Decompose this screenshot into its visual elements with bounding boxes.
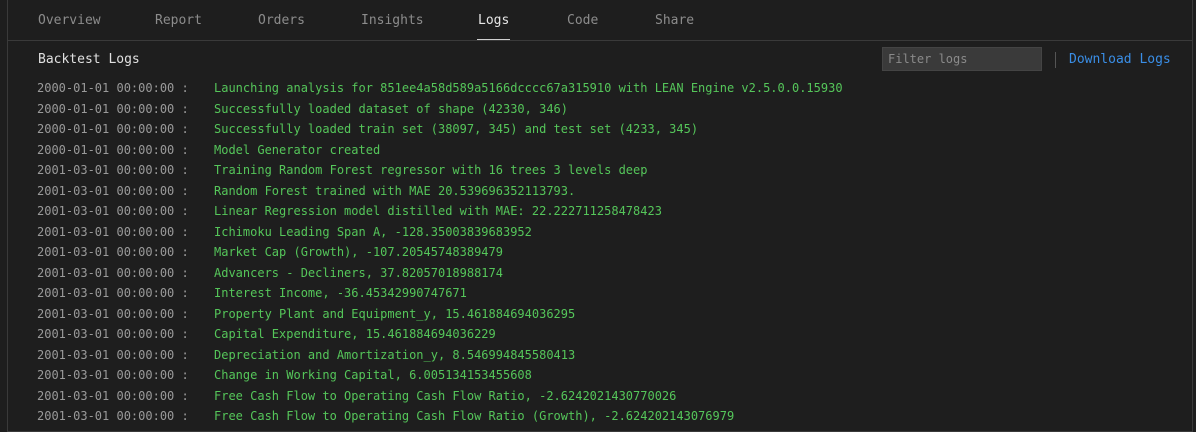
log-row: 2001-03-01 00:00:00 : Ichimoku Leading Sp… [8,223,1192,244]
log-message: Linear Regression model distilled with M… [214,204,662,218]
page-title: Backtest Logs [38,52,140,67]
log-row: 2001-03-01 00:00:00 : Change in Working C… [8,366,1192,387]
log-row: 2000-01-01 00:00:00 : Successfully loaded… [8,120,1192,141]
log-row: 2001-03-01 00:00:00 : Free Cash Flow to O… [8,407,1192,428]
log-message: Successfully loaded train set (38097, 34… [214,122,699,136]
toolbar-divider [1055,52,1056,68]
log-message: Property Plant and Equipment_y, 15.46188… [214,306,576,321]
log-timestamp: 2001-03-01 00:00:00 : [37,224,189,239]
log-timestamp: 2001-03-01 00:00:00 : [37,368,189,382]
log-message: Change in Working Capital, 6.00513415345… [214,368,532,382]
tab-logs[interactable]: Logs [476,13,511,40]
log-message: Model Generator created [214,142,381,157]
log-timestamp: 2001-03-01 00:00:00 : [37,286,189,300]
log-timestamp: 2001-03-01 00:00:00 : [37,183,189,198]
tab-insights[interactable]: Insights [361,13,424,28]
log-row: 2001-03-01 00:00:00 : Market Cap (Growth)… [8,243,1192,264]
log-timestamp: 2001-03-01 00:00:00 : [37,409,189,423]
tab-report[interactable]: Report [155,13,202,28]
tab-share[interactable]: Share [655,13,694,28]
log-message: Interest Income, -36.45342990747671 [214,286,467,300]
log-message: Free Cash Flow to Operating Cash Flow Ra… [214,388,677,403]
logs-toolbar: Backtest Logs Download Logs [8,41,1192,79]
log-message: Free Cash Flow to Operating Cash Flow Ra… [214,409,735,423]
log-message: Launching analysis for 851ee4a58d589a516… [214,81,843,95]
log-row: 2001-03-01 00:00:00 : Advancers - Decline… [8,264,1192,285]
log-row: 2001-03-01 00:00:00 : Training Random For… [8,161,1192,182]
log-message: Ichimoku Leading Span A, -128.3500383968… [214,224,532,239]
log-timestamp: 2001-03-01 00:00:00 : [37,163,189,177]
backtest-panel: Overview Report Orders Insights Logs Cod… [7,0,1193,432]
log-timestamp: 2001-03-01 00:00:00 : [37,388,189,403]
filter-logs-input[interactable] [882,47,1042,71]
download-logs-link[interactable]: Download Logs [1069,52,1171,67]
log-row: 2001-03-01 00:00:00 : Random Forest train… [8,182,1192,203]
log-row: 2001-03-01 00:00:00 : Free Cash Flow to O… [8,387,1192,408]
log-row: 2001-03-01 00:00:00 : Capital Expenditure… [8,325,1192,346]
tab-bar: Overview Report Orders Insights Logs Cod… [8,0,1192,41]
log-message: Advancers - Decliners, 37.82057018988174 [214,265,503,280]
log-timestamp: 2001-03-01 00:00:00 : [37,245,189,259]
tab-code[interactable]: Code [567,13,598,28]
log-message: Market Cap (Growth), -107.20545748389479 [214,245,503,259]
log-message: Random Forest trained with MAE 20.539696… [214,183,576,198]
log-row: 2000-01-01 00:00:00 : Successfully loaded… [8,100,1192,121]
log-message: Successfully loaded dataset of shape (42… [214,101,569,116]
log-row: 2001-03-01 00:00:00 : Depreciation and Am… [8,346,1192,367]
log-timestamp: 2001-03-01 00:00:00 : [37,204,189,218]
log-timestamp: 2001-03-01 00:00:00 : [37,265,189,280]
log-timestamp: 2000-01-01 00:00:00 : [37,81,189,95]
log-timestamp: 2000-01-01 00:00:00 : [37,122,189,136]
tab-orders[interactable]: Orders [258,13,305,28]
log-list: 2000-01-01 00:00:00 : Launching analysis … [8,79,1192,428]
log-row: 2001-03-01 00:00:00 : Interest Income, -3… [8,284,1192,305]
log-message: Capital Expenditure, 15.461884694036229 [214,327,496,341]
log-timestamp: 2001-03-01 00:00:00 : [37,327,189,341]
log-message: Training Random Forest regressor with 16… [214,163,648,177]
log-timestamp: 2001-03-01 00:00:00 : [37,306,189,321]
log-message: Depreciation and Amortization_y, 8.54699… [214,347,576,362]
log-timestamp: 2000-01-01 00:00:00 : [37,101,189,116]
log-timestamp: 2000-01-01 00:00:00 : [37,142,189,157]
tab-overview[interactable]: Overview [38,13,101,28]
log-row: 2001-03-01 00:00:00 : Linear Regression m… [8,202,1192,223]
log-row: 2000-01-01 00:00:00 : Model Generator cre… [8,141,1192,162]
log-row: 2000-01-01 00:00:00 : Launching analysis … [8,79,1192,100]
log-timestamp: 2001-03-01 00:00:00 : [37,347,189,362]
log-row: 2001-03-01 00:00:00 : Property Plant and … [8,305,1192,326]
